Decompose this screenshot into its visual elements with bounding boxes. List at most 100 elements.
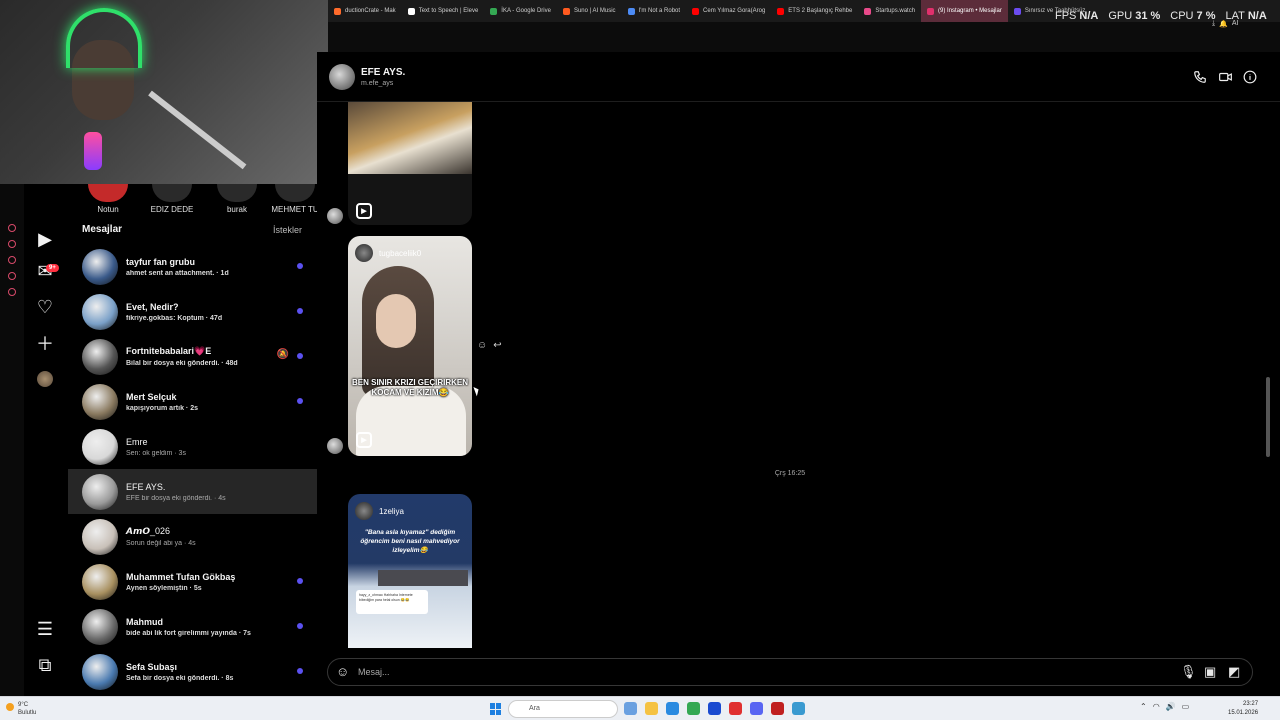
browser-tab[interactable]: ductionCrate - Mak: [328, 0, 402, 22]
conversation-row[interactable]: tayfur fan grubu ahmet sent an attachment…: [68, 244, 317, 289]
reels-icon[interactable]: ▶: [32, 226, 58, 252]
menu-icon[interactable]: ☰: [32, 616, 58, 642]
shared-reel[interactable]: tugbaceliik0 BEN SINIR KRIZI GEÇIRIRKEN …: [348, 236, 472, 456]
browser-tab[interactable]: ETS 2 Başlangıç Rehbe: [771, 0, 858, 22]
preview-time: 2s: [190, 404, 198, 412]
preview-text: fikriye.gokbas: Koptum: [126, 314, 204, 322]
sidebar-app-icon[interactable]: [8, 240, 16, 248]
browser-tab[interactable]: Suno | AI Music: [557, 0, 622, 22]
conversation-avatar: [82, 293, 118, 330]
emoji-icon[interactable]: ☺: [336, 664, 349, 679]
microphone-icon[interactable]: 🎙: [1180, 664, 1197, 680]
conversation-name: Sefa Subaşı: [126, 661, 178, 672]
battery-icon[interactable]: ▭: [1182, 702, 1190, 711]
chevron-up-icon[interactable]: ⌃: [1140, 702, 1147, 711]
preview-text: bide abi lik fort girelimmi yayında: [126, 629, 237, 637]
note-item[interactable]: EDIZ DEDE: [142, 184, 202, 214]
tab-favicon-icon: [627, 7, 635, 15]
windows-taskbar: 9°C Bulutlu Ara ⌃ ◠ 🔊 ▭ 23:27 15.01.2026: [0, 696, 1280, 720]
volume-icon[interactable]: 🔊: [1166, 702, 1176, 711]
sticker-icon[interactable]: ◩: [1228, 664, 1240, 680]
opera-icon[interactable]: [729, 702, 742, 715]
chat-pane: EFE AYS. m.efe_ays ▶ tugbaceliik0 BEN SI…: [317, 52, 1280, 696]
conversation-name: tayfur fan grubu: [126, 256, 195, 267]
reel-caption: BEN SINIR KRIZI GEÇIRIRKEN KOCAM VE KIZI…: [352, 378, 469, 397]
browser-tab[interactable]: Text to Speech | Eleve: [402, 0, 485, 22]
taskbar-app-icon[interactable]: [708, 702, 721, 715]
shared-reel[interactable]: ▶: [348, 102, 472, 225]
conversation-row[interactable]: Mahmud bide abi lik fort girelimmi yayınd…: [68, 604, 317, 649]
taskbar-clock[interactable]: 23:27 15.01.2026: [1228, 700, 1258, 718]
chrome-icon[interactable]: [687, 702, 700, 715]
conversation-row[interactable]: Sefa Subaşı Sefa bir dosya eki gönderdi. …: [68, 649, 317, 694]
download-icon[interactable]: ⤓: [1212, 20, 1215, 28]
message-actions: ☺ ↩: [477, 340, 502, 351]
wifi-icon[interactable]: ◠: [1153, 702, 1160, 711]
taskbar-search[interactable]: Ara: [508, 700, 618, 718]
browser-tab[interactable]: İKA - Google Drive: [484, 0, 557, 22]
unread-dot: [297, 308, 303, 314]
preview-text: kapışıyorum artık: [126, 404, 184, 412]
webcam-overlay: [0, 0, 328, 184]
info-icon[interactable]: [1242, 69, 1258, 85]
browser-tab[interactable]: I'm Not a Robot: [622, 0, 687, 22]
preview-time: 4s: [218, 494, 226, 502]
sidebar-app-icon[interactable]: [8, 256, 16, 264]
conversation-row[interactable]: 𝘼𝙢𝙊_026 Sorun değil abi ya · 4s: [68, 514, 317, 559]
message-input[interactable]: [358, 663, 1138, 681]
chat-scrollbar[interactable]: [1266, 102, 1270, 652]
note-label: burak: [226, 205, 247, 214]
create-icon[interactable]: ＋: [32, 330, 58, 356]
bell-icon[interactable]: 🔔: [1219, 20, 1228, 28]
conversation-row[interactable]: EFE AYS. EFE bir dosya eki gönderdi. · 4s: [68, 469, 317, 514]
sidebar-app-icon[interactable]: [8, 224, 16, 232]
taskbar-app-icon[interactable]: [624, 702, 637, 715]
react-icon[interactable]: ☺: [477, 340, 487, 351]
tab-favicon-icon: [407, 7, 415, 15]
chat-name[interactable]: EFE AYS.: [361, 67, 405, 78]
discord-icon[interactable]: [750, 702, 763, 715]
profile-avatar[interactable]: [32, 366, 58, 392]
edge-icon[interactable]: [666, 702, 679, 715]
conversation-row[interactable]: Mert Selçuk kapışıyorum artık · 2s: [68, 379, 317, 424]
conversation-row[interactable]: Fortnitebabalari💗E Bilal bir dosya eki gö…: [68, 334, 317, 379]
weather-temp: 9°C: [18, 702, 29, 708]
browser-tab[interactable]: (9) Instagram • Mesajlar: [921, 0, 1008, 22]
also-from-meta-icon[interactable]: ⧉: [32, 652, 58, 678]
sidebar-app-icon[interactable]: [8, 272, 16, 280]
note-item[interactable]: Notun: [78, 184, 138, 214]
phone-icon[interactable]: [1192, 69, 1208, 85]
notifications-icon[interactable]: ♡: [32, 294, 58, 320]
image-icon[interactable]: ▣: [1204, 664, 1216, 680]
unread-dot: [297, 668, 303, 674]
ai-button[interactable]: AI: [1232, 20, 1239, 28]
scroll-thumb[interactable]: [1266, 377, 1270, 457]
taskbar-app-icon[interactable]: [792, 702, 805, 715]
conversation-row[interactable]: Evet, Nedir? fikriye.gokbas: Koptum · 47d: [68, 289, 317, 334]
unread-dot: [297, 353, 303, 359]
weather-widget[interactable]: 9°C Bulutlu: [6, 701, 36, 717]
reply-icon[interactable]: ↩: [493, 340, 501, 351]
reel-owner[interactable]: 1zeliya: [355, 502, 404, 520]
weather-icon: [6, 703, 14, 711]
note-item[interactable]: burak: [207, 184, 267, 214]
video-call-icon[interactable]: [1217, 69, 1233, 85]
conversation-row[interactable]: Muhammet Tufan Gökbaş Aynen söylemiştin ·…: [68, 559, 317, 604]
chat-avatar[interactable]: [329, 64, 355, 90]
taskbar-app-icon[interactable]: [771, 702, 784, 715]
browser-extension-icons: ⤓ 🔔 AI: [1212, 20, 1238, 28]
folder-icon[interactable]: [645, 702, 658, 715]
reel-owner[interactable]: tugbaceliik0: [355, 244, 421, 262]
conversation-text: tayfur fan grubu ahmet sent an attachment…: [126, 257, 317, 277]
windows-start-icon[interactable]: [490, 703, 502, 715]
reel-icon: ▶: [356, 432, 372, 448]
note-item[interactable]: MEHMET TU: [265, 184, 317, 214]
taskbar-apps: [624, 702, 805, 715]
shared-reel[interactable]: 1zeliya "Bana asla kıyamaz" dediğim öğre…: [348, 494, 472, 648]
sidebar-app-icon[interactable]: [8, 288, 16, 296]
preview-time: 3s: [178, 449, 186, 457]
browser-tab[interactable]: Cem Yılmaz Gora(Arog: [686, 0, 771, 22]
browser-tab[interactable]: Startups.watch: [858, 0, 921, 22]
requests-link[interactable]: İstekler: [273, 225, 302, 235]
conversation-row[interactable]: Emre Sen: ok geldim · 3s: [68, 424, 317, 469]
